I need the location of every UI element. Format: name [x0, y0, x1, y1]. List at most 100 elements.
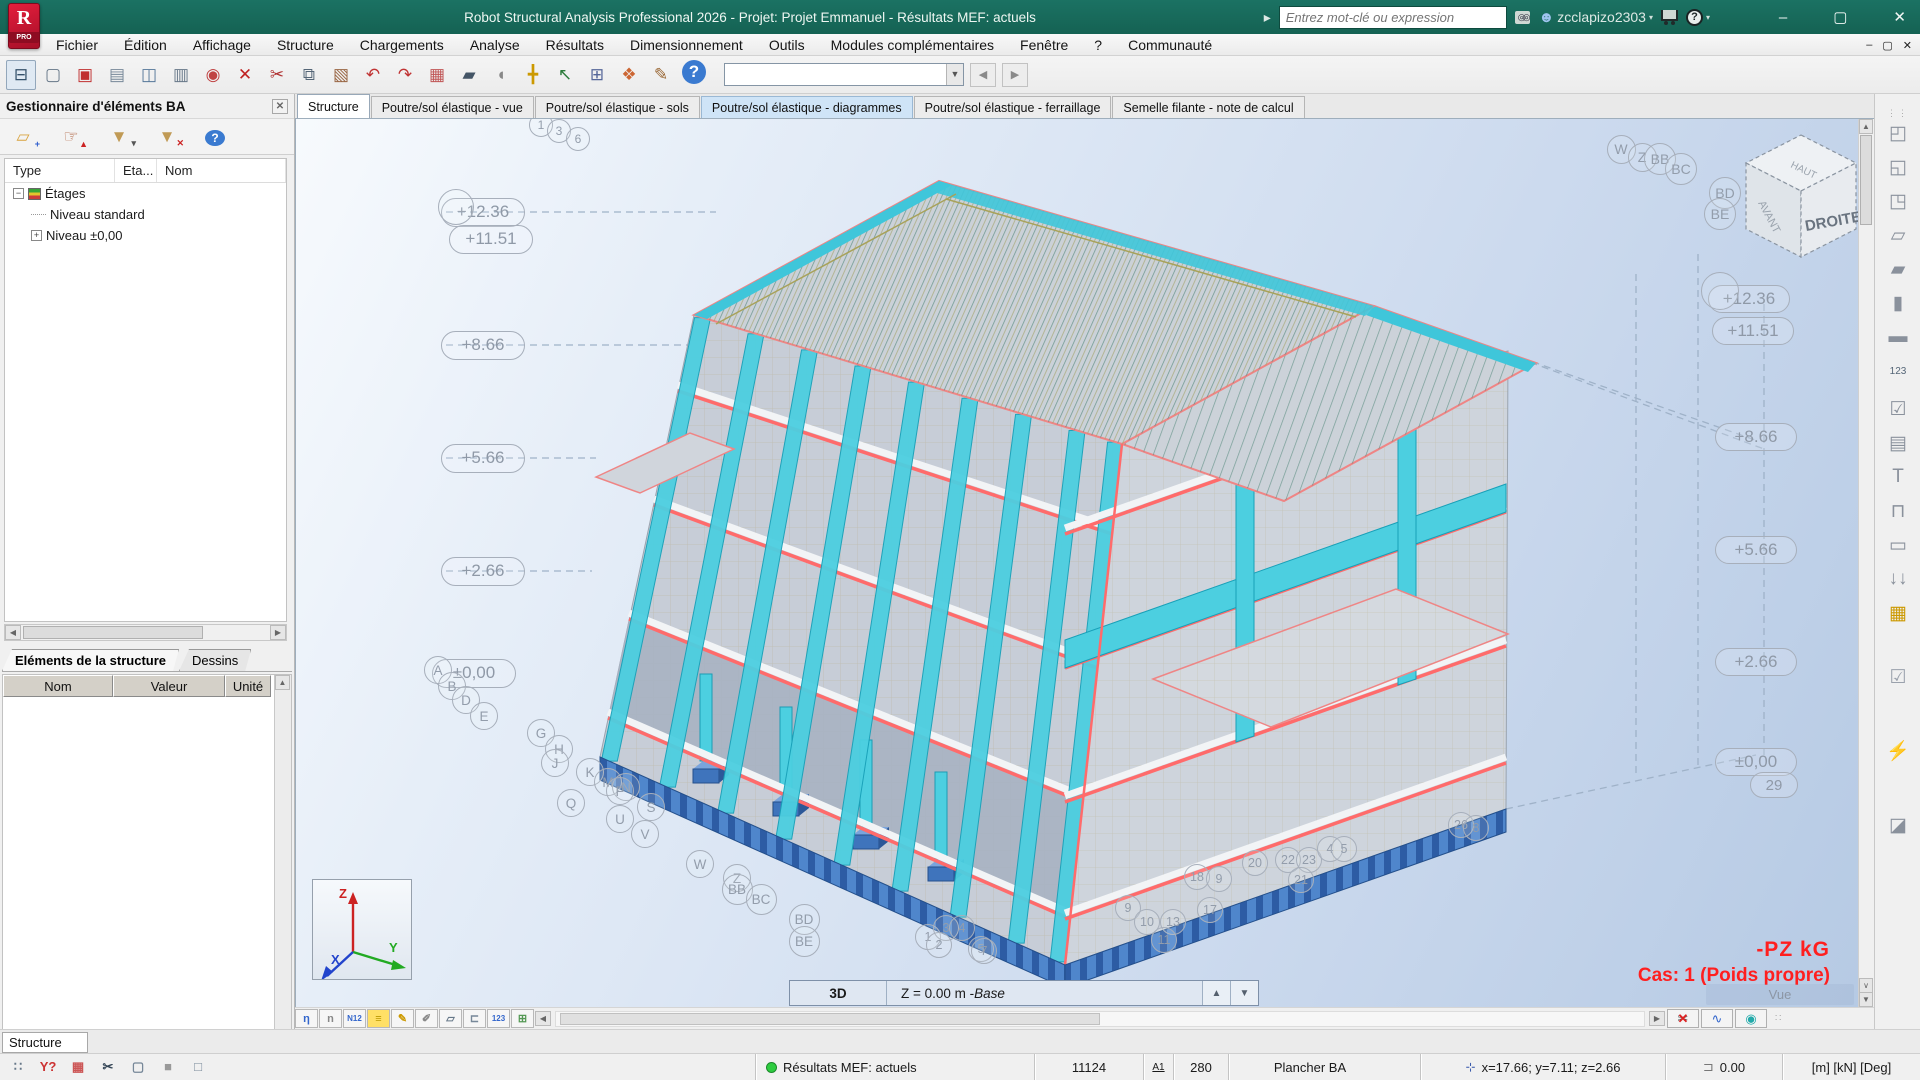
resize-grip[interactable]: ∷: [1775, 1013, 1782, 1024]
view-overlay-bar[interactable]: Vue: [1706, 984, 1854, 1005]
menu-outils[interactable]: Outils: [769, 37, 805, 53]
tree-column-type[interactable]: Type: [5, 159, 115, 182]
blocks-icon[interactable]: ▦: [66, 1056, 90, 1077]
menu--dition[interactable]: Édition: [124, 37, 167, 53]
slab-edge-icon[interactable]: ◱: [1882, 152, 1914, 182]
t-profile-icon[interactable]: T: [1882, 462, 1914, 492]
table-header-nom[interactable]: Nom: [3, 675, 113, 697]
slab-panel-icon[interactable]: ▱: [1882, 220, 1914, 250]
tab-poutre-sol-lastique-diagrammes[interactable]: Poutre/sol élastique - diagrammes: [701, 96, 913, 118]
numbers-icon[interactable]: 123: [487, 1009, 510, 1028]
tree-column-etage[interactable]: Eta...: [115, 159, 157, 182]
command-combo[interactable]: ▼: [724, 63, 964, 86]
beam-icon[interactable]: ▬: [1882, 322, 1914, 352]
menu-analyse[interactable]: Analyse: [470, 37, 520, 53]
tree-item--tages[interactable]: −Étages: [5, 183, 286, 204]
scroll-down-icon[interactable]: ▼: [1859, 992, 1873, 1007]
level-up-button[interactable]: ▲: [1202, 981, 1230, 1005]
mdi-restore-icon[interactable]: ▢: [1882, 39, 1892, 52]
search-input[interactable]: [1279, 6, 1507, 29]
menu-fen-tre[interactable]: Fenêtre: [1020, 37, 1068, 53]
checklist-icon[interactable]: ☑: [1882, 394, 1914, 424]
scroll-up-icon[interactable]: ▲: [275, 675, 290, 690]
tool-icon[interactable]: ✐: [415, 1009, 438, 1028]
scrollbar-thumb[interactable]: [560, 1013, 1100, 1025]
panel-icon[interactable]: ▱: [439, 1009, 462, 1028]
n-icon[interactable]: n: [319, 1009, 342, 1028]
menu-affichage[interactable]: Affichage: [193, 37, 251, 53]
search-expand-icon[interactable]: ▸: [1264, 9, 1271, 26]
search-icon[interactable]: ◎◎: [1515, 11, 1531, 24]
help-menu[interactable]: ? ▾: [1686, 9, 1710, 26]
restore-button[interactable]: ▢: [1833, 8, 1847, 26]
view-mode-label[interactable]: 3D: [790, 981, 887, 1005]
snap-add-icon[interactable]: ∷: [6, 1056, 30, 1077]
help-icon[interactable]: ?: [202, 127, 228, 147]
cart-icon[interactable]: [1661, 10, 1678, 21]
lightning-panel-icon[interactable]: ⚡: [1882, 736, 1914, 766]
zoom-mouse-icon[interactable]: ◖: [486, 60, 516, 90]
footing-icon[interactable]: ▦: [1882, 598, 1914, 628]
cut-plane-off-icon[interactable]: ✂: [1667, 1009, 1699, 1028]
user-menu[interactable]: ☻ zcclapizo2303 ▾: [1538, 9, 1653, 26]
spline-view-icon[interactable]: ∿: [1701, 1009, 1733, 1028]
close-icon[interactable]: ✕: [272, 99, 288, 114]
undo-icon[interactable]: ↶: [358, 60, 388, 90]
menu-r-sultats[interactable]: Résultats: [546, 37, 604, 53]
close-button[interactable]: ✕: [1893, 8, 1906, 26]
panel-tab-el-ments-de-la-structure[interactable]: Eléments de la structure: [2, 649, 179, 671]
scroll-chevron-icon[interactable]: ∨: [1859, 978, 1873, 993]
menu-structure[interactable]: Structure: [277, 37, 334, 53]
units-display[interactable]: [m] [kN] [Deg]: [1782, 1054, 1920, 1080]
orbit-3d-icon[interactable]: ❖: [614, 60, 644, 90]
tab-poutre-sol-lastique-sols[interactable]: Poutre/sol élastique - sols: [535, 96, 700, 118]
mdi-minimize-icon[interactable]: –: [1866, 39, 1872, 51]
clipboard-icon[interactable]: ▤: [1882, 428, 1914, 458]
tab-poutre-sol-lastique-vue[interactable]: Poutre/sol élastique - vue: [371, 96, 534, 118]
ruler-icon[interactable]: ⊏: [463, 1009, 486, 1028]
tree-horizontal-scrollbar[interactable]: ◀ ▶: [4, 624, 287, 641]
bar-count[interactable]: 280: [1173, 1054, 1228, 1080]
loads-icon[interactable]: ↓↓: [1882, 564, 1914, 594]
menu-fichier[interactable]: Fichier: [56, 37, 98, 53]
delete-icon[interactable]: ✕: [230, 60, 260, 90]
level-selector-bar[interactable]: 3D Z = 0.00 m - Base ▲ ▼: [789, 980, 1259, 1006]
cube-solid-icon[interactable]: ■: [156, 1056, 180, 1077]
y-query-icon[interactable]: Y?: [36, 1056, 60, 1077]
ground-support-icon[interactable]: ≡: [367, 1009, 390, 1028]
scroll-right-icon[interactable]: ▶: [1649, 1011, 1665, 1026]
eta-release-icon[interactable]: η: [295, 1009, 318, 1028]
cube-white-icon[interactable]: □: [186, 1056, 210, 1077]
pick-select-icon[interactable]: ↖: [550, 60, 580, 90]
visibility-icon[interactable]: ◉: [1735, 1009, 1767, 1028]
formwork-icon[interactable]: ⊓: [1882, 496, 1914, 526]
pencil-icon[interactable]: ✎: [391, 1009, 414, 1028]
mdi-close-icon[interactable]: ✕: [1903, 39, 1912, 52]
table-header-valeur[interactable]: Valeur: [113, 675, 225, 697]
hand-pick-icon[interactable]: ☞▲: [58, 127, 84, 147]
tree-item-niveau-standard[interactable]: Niveau standard: [5, 204, 286, 225]
menu-communaut-[interactable]: Communauté: [1128, 37, 1212, 53]
print-preview-icon[interactable]: ◫: [134, 60, 164, 90]
column-icon[interactable]: ▮: [1882, 288, 1914, 318]
scroll-left-icon[interactable]: ◀: [535, 1011, 551, 1026]
nav-forward-button[interactable]: ▶: [1002, 63, 1028, 87]
redo-icon[interactable]: ↷: [390, 60, 420, 90]
cut-icon[interactable]: ✂: [96, 1056, 120, 1077]
current-element[interactable]: Plancher BA: [1228, 1054, 1391, 1080]
calculator-icon[interactable]: ▦: [422, 60, 452, 90]
tab-semelle-filante-note-de-calcul[interactable]: Semelle filante - note de calcul: [1112, 96, 1304, 118]
wall-panel-icon[interactable]: ▰: [1882, 254, 1914, 284]
cube-results-icon[interactable]: ◪: [1882, 810, 1914, 840]
a1-badge[interactable]: A1: [1143, 1054, 1173, 1080]
scrollbar-thumb[interactable]: [23, 626, 203, 639]
copy-icon[interactable]: ⧉: [294, 60, 324, 90]
slab-hole-icon[interactable]: ◳: [1882, 186, 1914, 216]
n12-label-icon[interactable]: N12: [343, 1009, 366, 1028]
grid-add-icon[interactable]: ⊞: [511, 1009, 534, 1028]
menu-dimensionnement[interactable]: Dimensionnement: [630, 37, 743, 53]
table-vertical-scrollbar[interactable]: ▲: [274, 675, 291, 1080]
menu-chargements[interactable]: Chargements: [360, 37, 444, 53]
scroll-right-icon[interactable]: ▶: [270, 625, 286, 640]
check-gray-icon[interactable]: ☑: [1882, 662, 1914, 692]
